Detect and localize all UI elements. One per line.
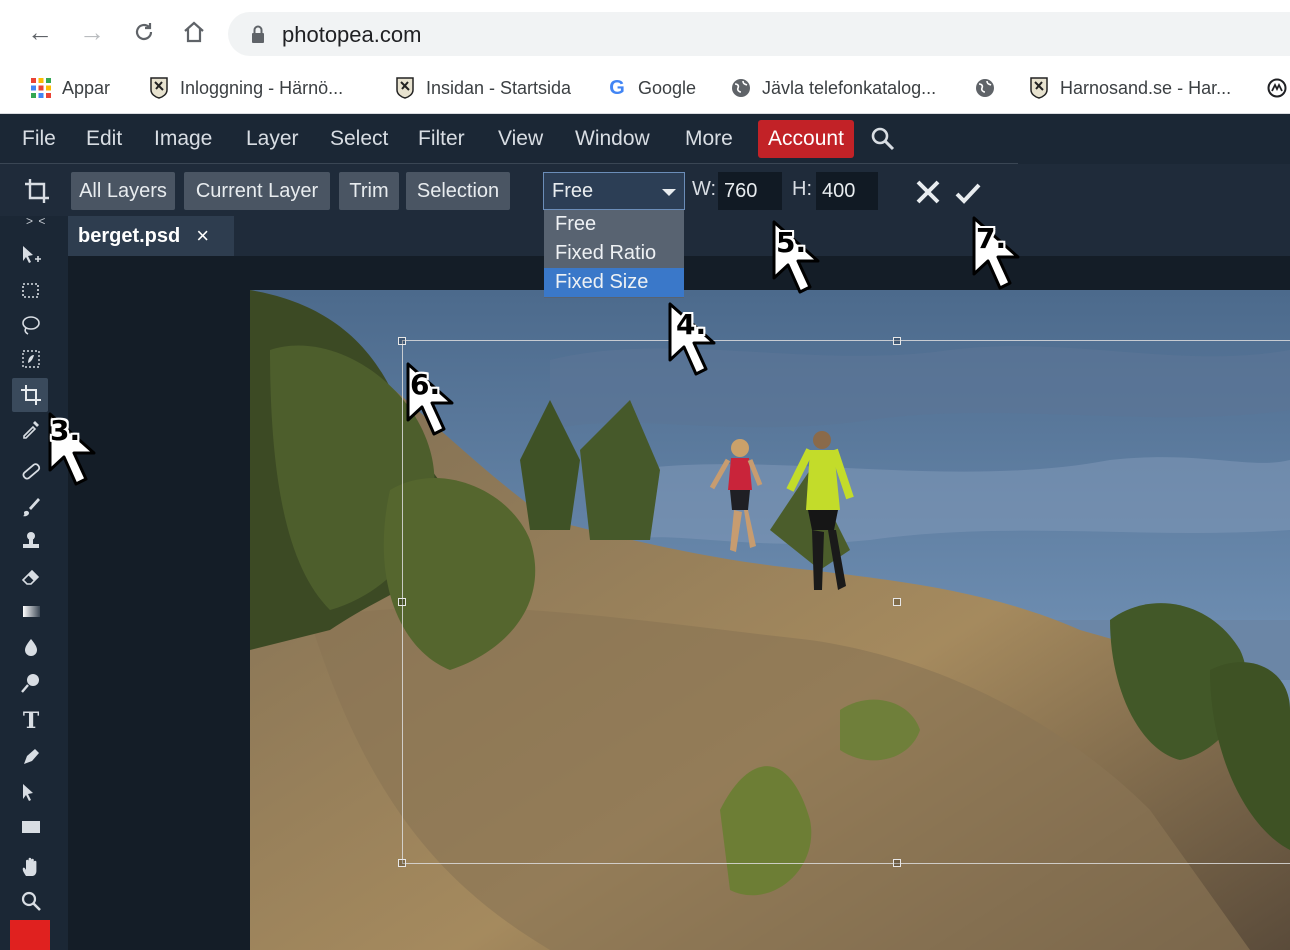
all-layers-button[interactable]: All Layers (71, 172, 175, 210)
account-button[interactable]: Account (758, 120, 854, 158)
menu-select[interactable]: Select (330, 114, 388, 164)
home-icon (184, 21, 204, 43)
healing-brush-tool-icon[interactable] (14, 456, 48, 486)
path-select-tool-icon[interactable] (14, 778, 48, 808)
trim-button[interactable]: Trim (339, 172, 399, 210)
collapse-toggle[interactable]: > < (26, 214, 46, 228)
step-6-label: 6. (410, 368, 441, 401)
hand-tool-icon[interactable] (14, 852, 48, 882)
step-3-label: 3. (50, 414, 81, 447)
crop-handle-top-left[interactable] (398, 337, 406, 345)
bookmark-label: Harnosand.se - Har... (1060, 77, 1232, 98)
eyedropper-tool-icon[interactable] (14, 414, 48, 444)
dropdown-option-fixed-ratio[interactable]: Fixed Ratio (544, 239, 684, 268)
document-tab-label: berget.psd (78, 224, 181, 247)
lock-icon (250, 24, 266, 49)
globe-icon (974, 77, 996, 99)
height-label: H: (792, 178, 812, 200)
text-tool-icon[interactable]: T (14, 706, 48, 736)
gradient-tool-icon[interactable] (14, 596, 48, 626)
marquee-tool-icon[interactable] (14, 276, 48, 306)
dropdown-option-fixed-size[interactable]: Fixed Size (544, 268, 684, 297)
current-layer-button[interactable]: Current Layer (184, 172, 330, 210)
move-tool-icon[interactable] (14, 240, 48, 270)
crop-mode-select[interactable]: Free (543, 172, 685, 210)
clone-stamp-tool-icon[interactable] (14, 526, 48, 556)
step-7-label: 7. (976, 222, 1007, 255)
crop-box[interactable] (402, 340, 1290, 864)
reload-icon (135, 23, 153, 41)
step-5-label: 5. (776, 226, 807, 259)
forward-button[interactable]: → (74, 14, 110, 50)
home-button[interactable] (176, 14, 212, 50)
quick-select-tool-icon[interactable] (14, 344, 48, 374)
back-button[interactable]: ← (22, 14, 58, 50)
bookmark-harnosand[interactable]: Harnosand.se - Har... (1028, 74, 1231, 102)
menu-edit[interactable]: Edit (86, 114, 122, 164)
crop-mode-dropdown: Free Fixed Ratio Fixed Size (544, 210, 684, 298)
crop-options-icon (24, 178, 50, 209)
url-text[interactable]: photopea.com (282, 22, 421, 48)
menu-filter[interactable]: Filter (418, 114, 465, 164)
zoom-tool-icon[interactable] (14, 886, 48, 916)
harnosand-crest-icon (1028, 77, 1050, 99)
lasso-tool-icon[interactable] (14, 310, 48, 340)
menu-window[interactable]: Window (575, 114, 650, 164)
chevron-down-icon (662, 189, 676, 196)
crop-handle-bottom-left[interactable] (398, 859, 406, 867)
crop-tool-icon[interactable] (14, 380, 48, 410)
bookmark-insidan[interactable]: Insidan - Startsida (394, 74, 571, 102)
reload-button[interactable] (126, 14, 162, 50)
crop-handle-center[interactable] (893, 598, 901, 606)
bookmark-label: Appar (62, 77, 111, 98)
width-label: W: (692, 178, 717, 200)
selection-button[interactable]: Selection (406, 172, 510, 210)
foreground-color-swatch[interactable] (10, 920, 50, 950)
bookmark-apps[interactable]: Appar (30, 74, 110, 102)
apps-grid-icon (30, 77, 52, 99)
bookmark-label: Insidan - Startsida (426, 77, 572, 98)
height-input[interactable]: 400 (816, 172, 878, 210)
bookmark-globe[interactable] (974, 74, 1006, 102)
bookmark-inloggning[interactable]: Inloggning - Härnö... (148, 74, 343, 102)
width-input[interactable]: 760 (718, 172, 782, 210)
menu-view[interactable]: View (498, 114, 543, 164)
pen-tool-icon[interactable] (14, 742, 48, 772)
menu-image[interactable]: Image (154, 114, 212, 164)
crop-handle-top-middle[interactable] (893, 337, 901, 345)
document-tab[interactable]: berget.psd × (68, 216, 234, 256)
crop-handle-bottom-middle[interactable] (893, 859, 901, 867)
eraser-tool-icon[interactable] (14, 562, 48, 592)
brush-tool-icon[interactable] (14, 492, 48, 522)
menu-more[interactable]: More (685, 114, 733, 164)
search-icon[interactable] (870, 126, 896, 157)
harnosand-crest-icon (148, 77, 170, 99)
bookmark-telefonkatalog[interactable]: Jävla telefonkatalog... (730, 74, 936, 102)
commit-crop-icon[interactable] (954, 180, 982, 211)
close-icon[interactable]: × (196, 223, 209, 249)
crop-handle-middle-left[interactable] (398, 598, 406, 606)
bookmark-label: Inloggning - Härnö... (180, 77, 344, 98)
shape-tool-icon[interactable] (14, 812, 48, 842)
menu-layer[interactable]: Layer (246, 114, 299, 164)
google-g-icon: G (609, 76, 625, 99)
menu-file[interactable]: File (22, 114, 56, 164)
bookmark-label: Google (638, 77, 697, 98)
bookmark-extra[interactable] (1266, 74, 1290, 102)
step-4-label: 4. (676, 308, 707, 341)
crop-mode-value: Free (552, 179, 594, 202)
harnosand-crest-icon (394, 77, 416, 99)
cancel-crop-icon[interactable] (914, 178, 942, 211)
globe-icon (730, 77, 752, 99)
circle-logo-icon (1266, 77, 1288, 99)
dodge-tool-icon[interactable] (14, 668, 48, 698)
blur-tool-icon[interactable] (14, 632, 48, 662)
dropdown-option-free[interactable]: Free (544, 210, 684, 239)
bookmark-label: Jävla telefonkatalog... (762, 77, 937, 98)
bookmark-google[interactable]: G Google (606, 74, 696, 102)
